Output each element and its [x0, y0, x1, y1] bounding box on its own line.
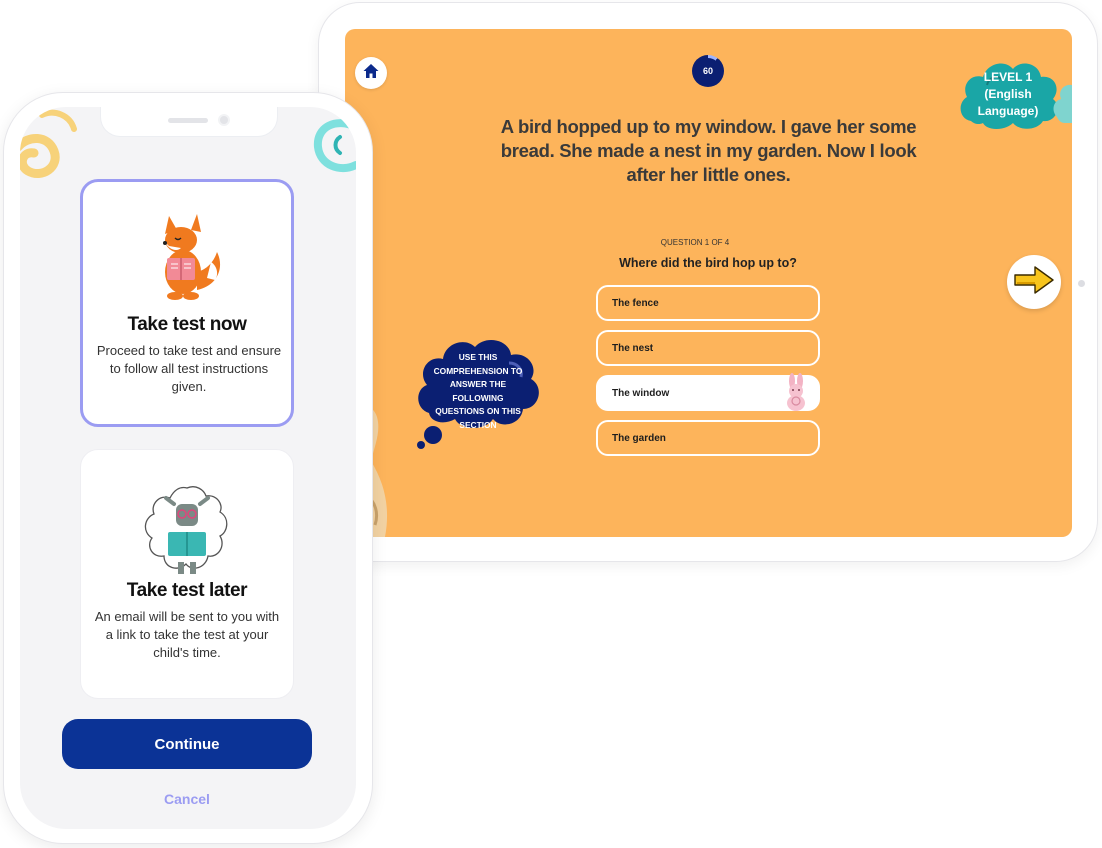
comprehension-passage: A bird hopped up to my window. I gave he… [500, 116, 917, 185]
answer-label: The fence [612, 297, 659, 309]
answer-option-fence[interactable]: The fence [596, 285, 820, 321]
home-button[interactable] [355, 57, 387, 89]
answer-option-garden[interactable]: The garden [596, 420, 820, 456]
decorative-cloud-icon [1053, 84, 1072, 123]
countdown-timer: 60 [692, 55, 724, 87]
tablet-device: 60 LEVEL 1 (English Language) A bird hop… [318, 2, 1098, 562]
phone-speaker [168, 118, 208, 123]
option-title: Take test now [127, 314, 247, 335]
yellow-swirl-icon [20, 109, 77, 178]
take-test-now-card[interactable]: Take test now Proceed to take test and e… [80, 179, 294, 427]
fox-reading-icon [83, 212, 291, 302]
teal-swirl-icon [313, 119, 356, 173]
phone-device: Take test now Proceed to take test and e… [3, 92, 373, 844]
option-description: An email will be sent to you with a link… [94, 609, 280, 660]
answer-label: The garden [612, 432, 666, 444]
cancel-button[interactable]: Cancel [62, 791, 312, 807]
instruction-cloud: USE THIS COMPREHENSION TO ANSWER THE FOL… [413, 329, 553, 449]
continue-button[interactable]: Continue [62, 719, 312, 769]
tablet-camera [1078, 280, 1085, 287]
test-choice-screen: Take test now Proceed to take test and e… [20, 107, 356, 829]
arrow-right-icon [1013, 264, 1055, 301]
question-text: Where did the bird hop up to? [619, 256, 797, 270]
option-title: Take test later [126, 580, 248, 601]
answer-option-nest[interactable]: The nest [596, 330, 820, 366]
timer-value: 60 [695, 58, 721, 84]
take-test-later-card[interactable]: Take test later An email will be sent to… [80, 449, 294, 699]
answer-option-window[interactable]: The window [596, 373, 820, 411]
answer-label: The nest [612, 342, 654, 354]
question-counter: QUESTION 1 OF 4 [660, 238, 730, 247]
instruction-text: USE THIS COMPREHENSION TO ANSWER THE FOL… [433, 352, 523, 430]
option-description: Proceed to take test and ensure to follo… [96, 343, 282, 394]
next-question-button[interactable] [1007, 255, 1061, 309]
answer-label: The window [612, 387, 670, 399]
sheep-reading-icon [81, 482, 293, 578]
bunny-icon [782, 373, 812, 416]
quiz-screen: 60 LEVEL 1 (English Language) A bird hop… [345, 29, 1072, 537]
phone-camera [218, 114, 230, 126]
level-label: LEVEL 1 (English Language) [977, 70, 1039, 118]
home-icon [362, 62, 380, 85]
